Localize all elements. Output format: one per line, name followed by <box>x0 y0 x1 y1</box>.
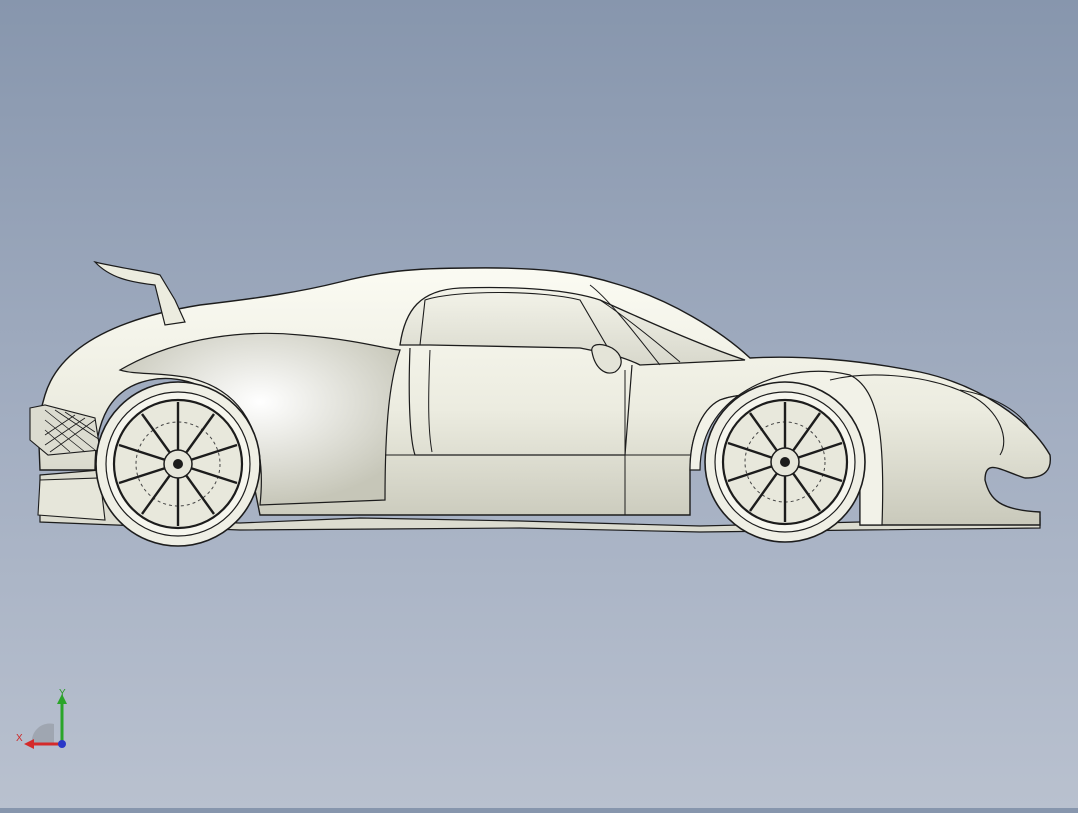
graphics-viewport[interactable] <box>0 0 1078 808</box>
rear-wheel <box>95 381 261 547</box>
y-axis-label: Y <box>59 688 66 699</box>
view-orientation-triad: X Y <box>12 686 76 756</box>
axis-triad-icon <box>24 694 67 749</box>
rear-spoiler <box>93 260 186 326</box>
car-model[interactable] <box>0 0 1078 808</box>
x-axis-label: X <box>16 733 23 744</box>
front-wheel <box>704 381 866 543</box>
